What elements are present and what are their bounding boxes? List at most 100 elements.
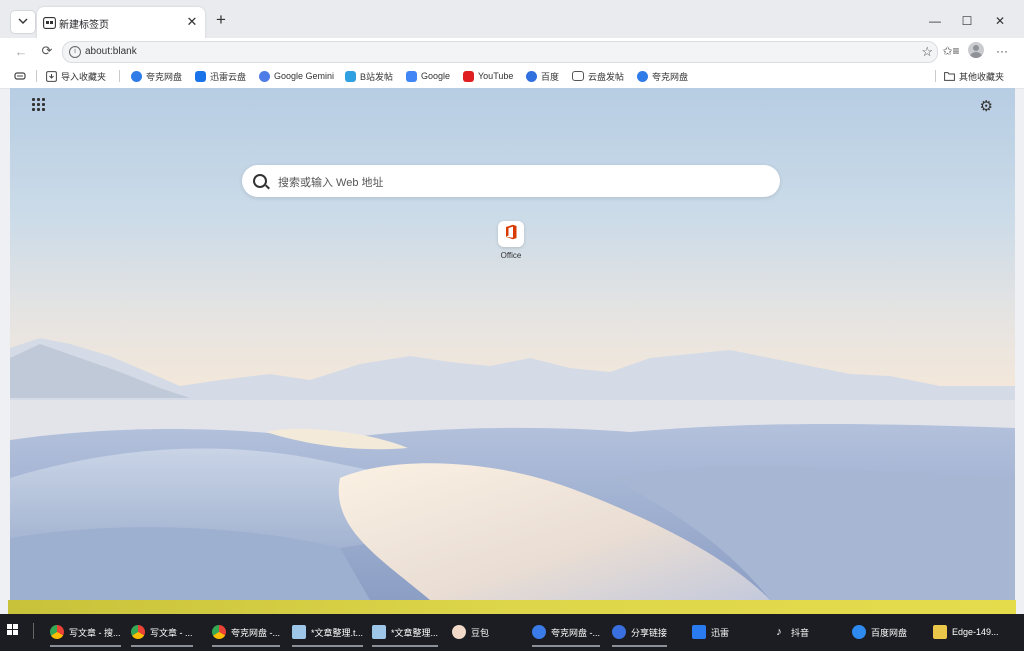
search-icon (253, 174, 267, 188)
import-favorites-button[interactable]: 导入收藏夹 (46, 69, 106, 83)
chevron-down-icon (18, 17, 28, 28)
bookmark-label: B站发帖 (360, 71, 394, 82)
tab-actions-menu-button[interactable] (10, 10, 36, 34)
taskbar-item[interactable]: 夸克网盘 -... (532, 621, 600, 647)
taskbar-item[interactable]: Edge-149... (933, 621, 999, 643)
search-input[interactable]: 搜索或输入 Web 地址 (278, 174, 384, 190)
doubao-icon (452, 625, 466, 639)
taskbar-item[interactable]: 百度网盘 (852, 621, 907, 643)
taskbar-item-label: *文章整理... (391, 627, 439, 638)
search-box[interactable]: 搜索或输入 Web 地址 (242, 165, 780, 197)
taskbar-item-label: 夸克网盘 -... (551, 627, 600, 638)
notepad-icon (372, 625, 386, 639)
new-tab-page: ⚙ 搜索或输入 Web 地址 Office (10, 88, 1015, 600)
new-tab-button[interactable]: + (212, 11, 230, 29)
favorite-star-icon[interactable]: ☆ (921, 44, 933, 60)
douyin-icon: ♪ (776, 626, 782, 638)
bookmark-item[interactable]: Google Gemini (259, 69, 334, 83)
bookmark-item[interactable]: Google (406, 69, 450, 83)
taskbar-item-label: 抖音 (791, 627, 810, 638)
taskbar-item[interactable]: 分享链接 (612, 621, 668, 647)
taskbar-item-label: 夸克网盘 -... (231, 627, 280, 638)
taskbar-item-label: Edge-149... (952, 627, 999, 637)
quick-link-office[interactable] (498, 221, 524, 247)
info-icon[interactable]: i (69, 46, 81, 58)
file-icon (933, 625, 947, 639)
folder-icon (572, 71, 584, 81)
chrome-icon (131, 625, 145, 639)
windows-start-icon[interactable] (7, 624, 19, 636)
quick-link-office-label: Office (500, 251, 522, 260)
bookmark-item[interactable]: 夸克网盘 (131, 69, 182, 83)
bookmark-item[interactable]: YouTube (463, 69, 513, 83)
bookmark-apps-icon[interactable] (14, 69, 26, 83)
bookmark-item[interactable]: 云盘发帖 (572, 69, 624, 83)
bookmark-label: 迅雷云盘 (210, 71, 247, 82)
tab-strip: 新建标签页 ✕ + — ☐ ✕ (0, 0, 1024, 38)
chrome-icon (212, 625, 226, 639)
bilibili-icon (345, 70, 356, 82)
taskbar-item[interactable]: ♪ 抖音 (772, 621, 809, 643)
taskbar-item[interactable]: 写文章 - ... (131, 621, 193, 647)
tab-close-icon[interactable]: ✕ (185, 14, 199, 30)
desktop-wallpaper-strip (8, 600, 1016, 614)
address-bar[interactable]: i about:blank ☆ (62, 41, 938, 63)
taskbar-item[interactable]: 迅雷 (692, 621, 729, 643)
address-toolbar: ← ⟳ i about:blank ☆ ✩≡ ··· (0, 38, 1024, 64)
bookmark-label: 夸克网盘 (146, 71, 183, 82)
bookmark-item[interactable]: 迅雷云盘 (195, 69, 246, 83)
apps-grid-icon[interactable] (32, 98, 48, 114)
youtube-icon (463, 70, 474, 82)
taskbar-item-label: 百度网盘 (871, 627, 908, 638)
share-icon (612, 625, 626, 639)
gear-icon[interactable]: ⚙ (980, 97, 993, 115)
bookmark-label: YouTube (478, 71, 514, 81)
taskbar-item-label: 分享链接 (631, 627, 668, 638)
office-icon (504, 224, 518, 245)
maximize-button[interactable]: ☐ (952, 11, 982, 31)
quark-icon (532, 625, 546, 639)
address-input[interactable]: about:blank (85, 46, 137, 57)
taskbar-item[interactable]: *文章整理.t... (292, 621, 364, 647)
gemini-icon (259, 70, 270, 82)
back-button[interactable]: ← (12, 42, 30, 60)
bookmark-label: 夸克网盘 (652, 71, 689, 82)
taskbar-item-label: 写文章 - 搜... (69, 627, 121, 638)
bookmark-label: Google Gemini (274, 71, 335, 81)
import-icon (46, 70, 57, 82)
xunlei-icon (195, 70, 206, 82)
taskbar-item[interactable]: 豆包 (452, 621, 489, 643)
favorites-button[interactable]: ✩≡ (942, 42, 960, 60)
baidu-icon (526, 70, 537, 82)
more-menu-button[interactable]: ··· (993, 42, 1011, 60)
tab-new-tab[interactable]: 新建标签页 ✕ (37, 7, 205, 38)
minimize-button[interactable]: — (920, 11, 950, 31)
folder-icon (944, 71, 955, 82)
bookmark-item[interactable]: B站发帖 (345, 69, 393, 83)
taskbar-item-label: 迅雷 (711, 627, 730, 638)
cloud-icon (637, 70, 648, 82)
bookmark-item[interactable]: 夸克网盘 (637, 69, 688, 83)
bookmark-item[interactable]: 百度 (526, 69, 559, 83)
profile-avatar[interactable] (968, 42, 984, 58)
taskbar-item[interactable]: 夸克网盘 -... (212, 621, 280, 647)
other-favorites-button[interactable]: 其他收藏夹 (944, 69, 1004, 83)
divider (33, 623, 34, 639)
taskbar-item[interactable]: 写文章 - 搜... (50, 621, 121, 647)
taskbar-item[interactable]: *文章整理... (372, 621, 439, 647)
close-window-button[interactable]: ✕ (985, 11, 1015, 31)
refresh-button[interactable]: ⟳ (38, 42, 56, 60)
divider (36, 70, 37, 82)
cloud-icon (131, 70, 142, 82)
baidupan-icon (852, 625, 866, 639)
bookmarks-bar: 导入收藏夹 夸克网盘 迅雷云盘 Google Gemini B站发帖 Google You… (0, 64, 1024, 89)
divider (935, 70, 936, 82)
bookmark-label: Google (421, 71, 451, 81)
divider (119, 70, 120, 82)
taskbar-item-label: 豆包 (471, 627, 490, 638)
other-favorites-label: 其他收藏夹 (959, 71, 1005, 82)
import-favorites-label: 导入收藏夹 (61, 71, 107, 82)
notepad-icon (292, 625, 306, 639)
bookmark-label: 百度 (541, 71, 560, 82)
windows-taskbar: 写文章 - 搜... 写文章 - ... 夸克网盘 -... *文章整理.t... *文… (0, 614, 1024, 651)
